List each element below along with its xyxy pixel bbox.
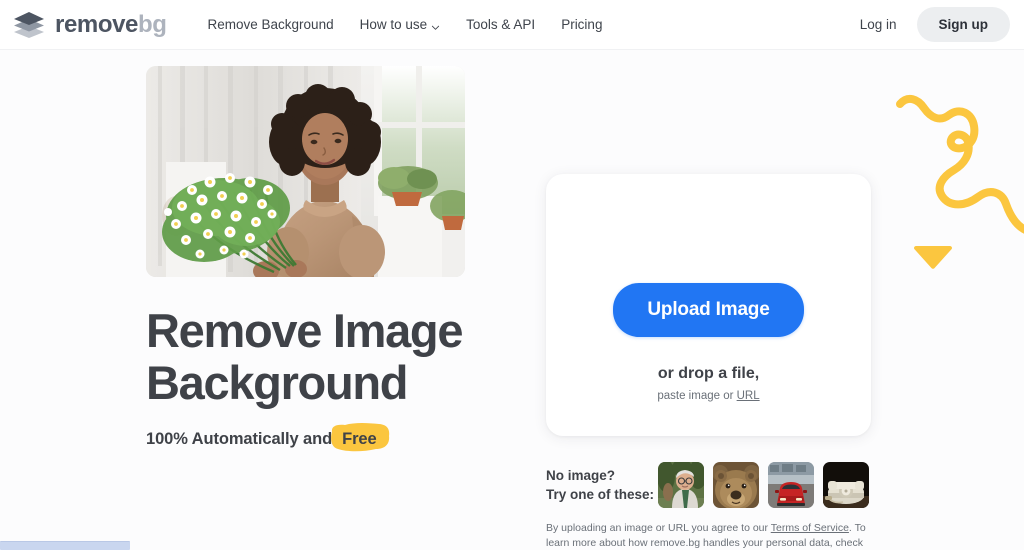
nav-label: Pricing xyxy=(561,17,603,32)
sample-images-section: No image? Try one of these: xyxy=(546,462,869,508)
login-link[interactable]: Log in xyxy=(846,10,911,39)
terms-of-service-link[interactable]: Terms of Service xyxy=(771,522,849,534)
free-highlight: Free xyxy=(331,423,390,452)
headline-line-2: Background xyxy=(146,356,409,409)
legal-disclaimer: By uploading an image or URL you agree t… xyxy=(546,521,876,550)
nav-label: Tools & API xyxy=(466,17,536,32)
main-navigation: Remove Background How to use Tools & API… xyxy=(195,11,616,38)
horizontal-scrollbar[interactable] xyxy=(0,541,130,550)
logo-text-primary: remove xyxy=(55,10,138,38)
sample-vintage-telephone[interactable] xyxy=(823,462,869,508)
sample-bear[interactable] xyxy=(713,462,759,508)
header-actions: Log in Sign up xyxy=(846,7,1010,42)
sample-red-car[interactable] xyxy=(768,462,814,508)
upload-dropzone[interactable]: Upload Image or drop a file, paste image… xyxy=(546,174,871,436)
sample-man-portrait[interactable] xyxy=(658,462,704,508)
logo[interactable]: removebg xyxy=(12,10,167,40)
url-link[interactable]: URL xyxy=(737,390,760,402)
sample-thumbnails xyxy=(658,462,869,508)
decorative-triangle xyxy=(913,243,953,271)
subheadline: 100% Automatically and Free xyxy=(146,423,506,452)
upload-image-button[interactable]: Upload Image xyxy=(613,283,804,337)
site-header: removebg Remove Background How to use To… xyxy=(0,0,1024,50)
sample-label-line-2: Try one of these: xyxy=(546,487,655,502)
nav-label: How to use xyxy=(359,17,428,32)
sample-images-label: No image? Try one of these: xyxy=(546,466,658,504)
paste-hint: paste image or URL xyxy=(657,390,759,402)
free-label: Free xyxy=(342,430,377,448)
legal-text-part-1: By uploading an image or URL you agree t… xyxy=(546,522,771,534)
chevron-down-icon xyxy=(431,20,440,30)
decorative-squiggle xyxy=(884,82,1024,282)
nav-label: Remove Background xyxy=(207,17,334,32)
paste-hint-prefix: paste image or xyxy=(657,390,737,402)
headline-line-1: Remove Image xyxy=(146,304,463,357)
stacked-layers-icon xyxy=(12,10,46,40)
nav-item-pricing[interactable]: Pricing xyxy=(548,11,615,38)
nav-item-remove-background[interactable]: Remove Background xyxy=(195,11,347,38)
subheadline-text: 100% Automatically and xyxy=(146,430,333,448)
hero-left-column: Remove Image Background 100% Automatical… xyxy=(146,66,506,452)
page-title: Remove Image Background xyxy=(146,305,506,409)
drop-file-text: or drop a file, xyxy=(657,365,760,382)
hero-image xyxy=(146,66,465,277)
sample-label-line-1: No image? xyxy=(546,468,616,483)
nav-item-tools-api[interactable]: Tools & API xyxy=(453,11,548,38)
logo-text-secondary: bg xyxy=(137,10,167,38)
nav-item-how-to-use[interactable]: How to use xyxy=(347,11,454,38)
upload-column: Upload Image or drop a file, paste image… xyxy=(546,174,871,436)
signup-button[interactable]: Sign up xyxy=(916,7,1010,42)
